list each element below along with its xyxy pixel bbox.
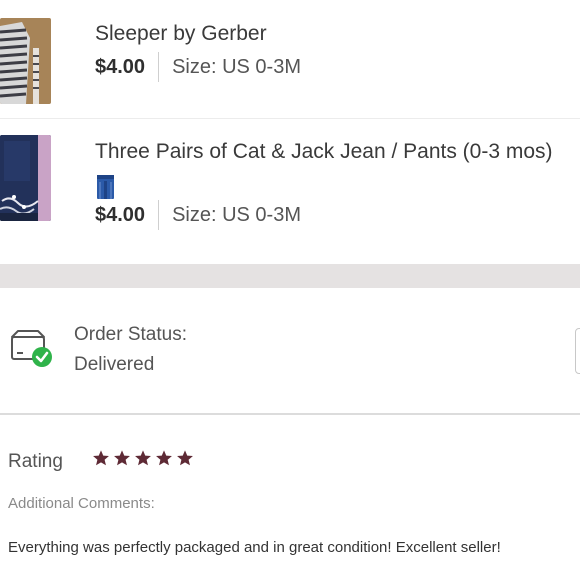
- item-size: Size: US 0-3M: [172, 203, 301, 226]
- comment-text: Everything was perfectly packaged and in…: [8, 539, 501, 556]
- divider: [158, 52, 160, 82]
- item-price: $4.00: [95, 55, 146, 78]
- divider: [158, 200, 160, 230]
- order-status-value: Delivered: [74, 354, 155, 375]
- order-status-label: Order Status:: [74, 324, 187, 345]
- item-size: Size: US 0-3M: [172, 55, 301, 78]
- item-title[interactable]: Three Pairs of Cat & Jack Jean / Pants (…: [95, 140, 553, 164]
- package-delivered-icon: [11, 330, 52, 367]
- section-separator: [0, 264, 580, 288]
- item-thumbnail[interactable]: [0, 135, 51, 221]
- striped-sleeper-photo: [0, 18, 51, 104]
- star-icon: [114, 450, 130, 466]
- item-thumbnail[interactable]: [0, 18, 51, 104]
- comments-label: Additional Comments:: [8, 495, 155, 512]
- item-price: $4.00: [95, 203, 146, 226]
- star-icon: [177, 450, 193, 466]
- item-price-row: $4.00 Size: US 0-3M: [95, 52, 301, 82]
- denim-jeans-photo: [0, 135, 51, 221]
- order-item[interactable]: Sleeper by Gerber $4.00 Size: US 0-3M: [0, 0, 580, 118]
- order-details-screen: Sleeper by Gerber $4.00 Size: US 0-3M Th…: [0, 0, 580, 580]
- rating-stars: [92, 449, 194, 467]
- order-item[interactable]: Three Pairs of Cat & Jack Jean / Pants (…: [0, 118, 580, 265]
- star-icon: [93, 450, 109, 466]
- jeans-icon: [97, 175, 114, 199]
- star-icon: [156, 450, 172, 466]
- item-price-row: $4.00 Size: US 0-3M: [95, 200, 301, 230]
- order-action-button[interactable]: [575, 328, 580, 374]
- star-icon: [135, 450, 151, 466]
- item-title[interactable]: Sleeper by Gerber: [95, 22, 267, 46]
- rating-label: Rating: [8, 451, 63, 472]
- order-status-section: Order Status: Delivered: [0, 288, 580, 415]
